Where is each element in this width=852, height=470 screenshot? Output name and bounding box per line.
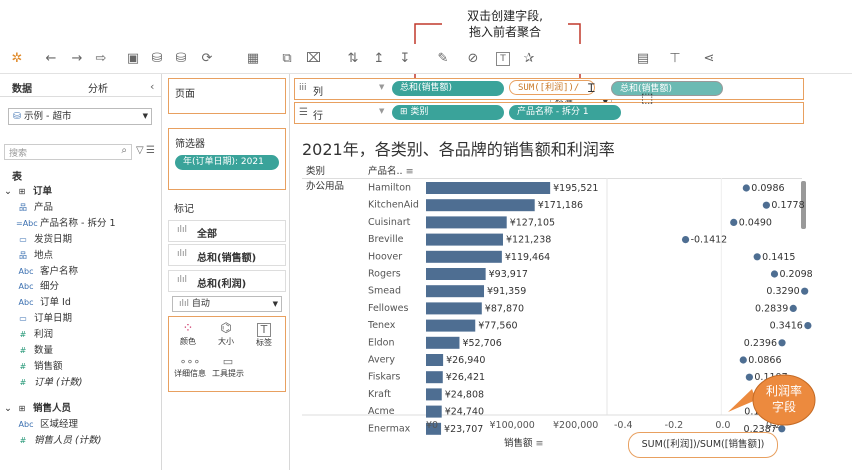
bubble-line-1: 利润率 (765, 384, 802, 398)
bubble-callout: 利润率 字段 (756, 383, 812, 415)
bubble-shape (728, 374, 816, 426)
bubble-line-2: 字段 (771, 400, 796, 414)
